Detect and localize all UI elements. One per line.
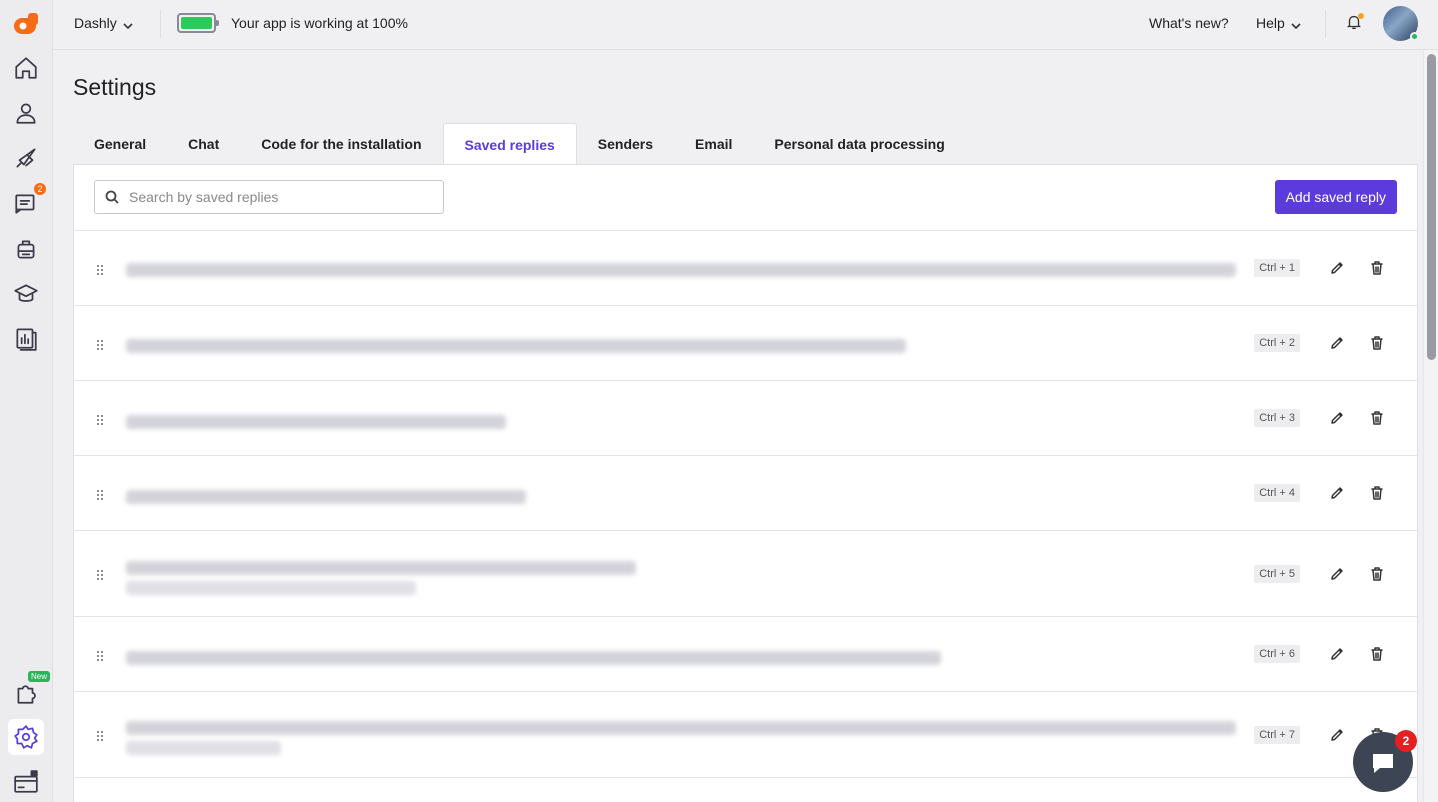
divider: [160, 10, 161, 38]
drag-handle-icon[interactable]: [96, 263, 104, 275]
app-selector[interactable]: Dashly: [74, 15, 133, 31]
chat-widget-button[interactable]: 2: [1353, 730, 1417, 792]
page-title: Settings: [73, 74, 157, 100]
page-scrollbar[interactable]: [1423, 50, 1438, 802]
trash-icon[interactable]: [1369, 335, 1385, 351]
reply-text-redacted: [126, 741, 281, 755]
chat-bubble-icon: [1373, 754, 1393, 773]
settings-icon[interactable]: [8, 719, 44, 755]
integrations-icon[interactable]: New: [8, 671, 50, 711]
trash-icon[interactable]: [1369, 646, 1385, 662]
edit-icon[interactable]: [1329, 335, 1345, 351]
help-menu[interactable]: Help: [1256, 15, 1301, 31]
list-item[interactable]: Ctrl + 1: [74, 230, 1417, 305]
shortcut-badge: Ctrl + 3: [1254, 409, 1300, 427]
reply-text-redacted: [126, 561, 636, 575]
reply-text-redacted: [126, 651, 941, 665]
edit-icon[interactable]: [1329, 410, 1345, 426]
drag-handle-icon[interactable]: [96, 729, 104, 741]
notification-dot: [1358, 13, 1364, 19]
edit-icon[interactable]: [1329, 646, 1345, 662]
drag-handle-icon[interactable]: [96, 649, 104, 661]
tab-email[interactable]: Email: [674, 123, 753, 165]
dashly-logo-icon[interactable]: [10, 10, 42, 38]
help-label: Help: [1256, 15, 1285, 31]
list-item[interactable]: Ctrl + 6: [74, 616, 1417, 691]
chat-unread-badge: 2: [1395, 730, 1417, 752]
billing-icon[interactable]: [8, 764, 44, 800]
list-item[interactable]: Ctrl + 5: [74, 530, 1417, 616]
search-placeholder: Search by saved replies: [129, 189, 279, 205]
chevron-down-icon: [1291, 18, 1301, 30]
shortcut-badge: Ctrl + 2: [1254, 334, 1300, 352]
bot-icon[interactable]: [8, 231, 44, 267]
edit-icon[interactable]: [1329, 260, 1345, 276]
tab-personal-data[interactable]: Personal data processing: [753, 123, 965, 165]
shortcut-badge: Ctrl + 7: [1254, 726, 1300, 744]
tab-senders[interactable]: Senders: [577, 123, 674, 165]
reply-text-redacted: [126, 721, 1236, 735]
drag-handle-icon[interactable]: [96, 413, 104, 425]
avatar[interactable]: [1383, 6, 1419, 41]
drag-handle-icon[interactable]: [96, 338, 104, 350]
saved-replies-panel: Search by saved replies Add saved reply …: [73, 164, 1418, 802]
search-input[interactable]: Search by saved replies: [94, 180, 444, 214]
divider: [1325, 10, 1326, 38]
reply-text-redacted: [126, 263, 1236, 277]
shortcut-badge: Ctrl + 1: [1254, 259, 1300, 277]
trash-icon[interactable]: [1369, 485, 1385, 501]
chevron-down-icon: [123, 18, 133, 30]
shortcut-badge: Ctrl + 5: [1254, 565, 1300, 583]
home-icon[interactable]: [8, 50, 44, 86]
online-status-dot: [1410, 32, 1419, 41]
tab-code-installation[interactable]: Code for the installation: [240, 123, 442, 165]
app-name: Dashly: [74, 15, 117, 31]
tab-chat[interactable]: Chat: [167, 123, 240, 165]
list-item[interactable]: Ctrl + 7: [74, 691, 1417, 777]
reply-text-redacted: [126, 339, 906, 353]
drag-handle-icon[interactable]: [96, 488, 104, 500]
reply-text-redacted: [126, 490, 526, 504]
left-sidebar: 2 New: [0, 0, 53, 802]
edit-icon[interactable]: [1329, 566, 1345, 582]
drag-handle-icon[interactable]: [96, 568, 104, 580]
scrollbar-thumb[interactable]: [1427, 54, 1436, 360]
search-icon: [105, 190, 119, 204]
tab-saved-replies[interactable]: Saved replies: [442, 123, 577, 165]
notifications-bell-icon[interactable]: [1345, 13, 1365, 33]
list-item[interactable]: Ctrl + 3: [74, 380, 1417, 455]
trash-icon[interactable]: [1369, 260, 1385, 276]
app-status-text: Your app is working at 100%: [231, 15, 408, 31]
tab-general[interactable]: General: [73, 123, 167, 165]
settings-tabs: General Chat Code for the installation S…: [73, 123, 966, 165]
trash-icon[interactable]: [1369, 566, 1385, 582]
battery-icon: [177, 13, 219, 33]
reply-text-redacted: [126, 581, 416, 595]
new-badge: New: [27, 671, 50, 682]
edit-icon[interactable]: [1329, 485, 1345, 501]
reply-text-redacted: [126, 415, 506, 429]
conversations-icon[interactable]: 2: [8, 183, 46, 221]
shortcut-badge: Ctrl + 4: [1254, 484, 1300, 502]
rocket-icon[interactable]: [8, 140, 44, 176]
top-bar: Dashly Your app is working at 100% What'…: [53, 0, 1438, 50]
whats-new-link[interactable]: What's new?: [1149, 15, 1229, 31]
list-item[interactable]: Ctrl + 4: [74, 455, 1417, 530]
reports-icon[interactable]: [8, 320, 44, 356]
conversations-badge: 2: [34, 183, 46, 195]
list-item[interactable]: Ctrl + 2: [74, 305, 1417, 380]
trash-icon[interactable]: [1369, 410, 1385, 426]
edit-icon[interactable]: [1329, 727, 1345, 743]
add-saved-reply-button[interactable]: Add saved reply: [1274, 180, 1397, 214]
users-icon[interactable]: [8, 95, 44, 131]
list-item: [74, 777, 1417, 802]
shortcut-badge: Ctrl + 6: [1254, 645, 1300, 663]
academy-icon[interactable]: [8, 276, 44, 312]
